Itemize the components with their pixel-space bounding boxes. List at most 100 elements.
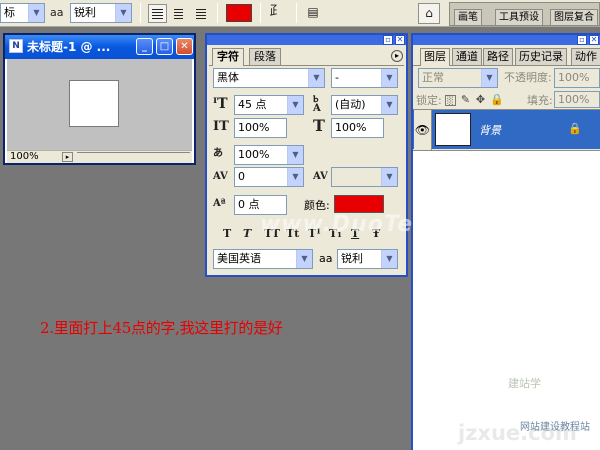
vertical-scale-icon: ⅠT: [213, 119, 229, 134]
horizontal-scrollbar[interactable]: [77, 152, 190, 162]
font-style-select[interactable]: 标 ▼: [0, 3, 45, 23]
layer-row[interactable]: 👁 背景 🔒: [413, 109, 600, 150]
chevron-down-icon: ▼: [381, 168, 397, 186]
faux-bold-button[interactable]: T: [223, 227, 231, 240]
tab-channels[interactable]: 通道: [452, 48, 482, 65]
chevron-down-icon: ▼: [287, 168, 303, 186]
eye-icon[interactable]: 👁: [414, 110, 432, 150]
chevron-down-icon: ▼: [287, 96, 303, 114]
character-palette: ▫ ✕ 字符 段落 ▸ 黑体 ▼ - ▼ ᴵT 45 点 ▼ ⰓA (自动) ▼…: [205, 33, 408, 277]
maximize-button[interactable]: □: [156, 38, 173, 55]
antialias-select[interactable]: 锐利 ▼: [337, 249, 398, 269]
palette-close-button[interactable]: ✕: [395, 35, 405, 45]
chevron-down-icon: ▼: [28, 4, 44, 22]
kerning-select[interactable]: 0 ▼: [234, 167, 304, 187]
palette-minimize-button[interactable]: ▫: [577, 35, 587, 45]
tab-character[interactable]: 字符: [212, 48, 244, 66]
lock-image-icon[interactable]: ✎: [460, 94, 471, 106]
faux-italic-button[interactable]: T: [243, 227, 251, 240]
leading-select[interactable]: (自动) ▼: [331, 95, 398, 115]
chevron-down-icon: ▼: [481, 69, 497, 87]
file-browser-button[interactable]: ⌂: [418, 3, 440, 24]
align-center-button[interactable]: [169, 4, 188, 23]
tab-layers[interactable]: 图层: [420, 48, 450, 66]
chevron-down-icon: ▼: [381, 96, 397, 114]
vertical-scale-input[interactable]: 100%: [234, 118, 287, 138]
font-style-select[interactable]: - ▼: [331, 68, 398, 88]
divider: [260, 3, 261, 23]
font-style-value: 标: [4, 6, 15, 19]
palette-minimize-button[interactable]: ▫: [383, 35, 393, 45]
language-value: 美国英语: [217, 252, 261, 265]
tab-paragraph[interactable]: 段落: [249, 48, 281, 65]
font-size-icon: ᴵT: [213, 96, 228, 112]
palette-menu-icon[interactable]: ▸: [391, 50, 403, 62]
tsume-select[interactable]: 100% ▼: [234, 145, 304, 165]
tracking-select[interactable]: ▼: [331, 167, 398, 187]
minimize-button[interactable]: _: [136, 38, 153, 55]
palettes-toggle-icon[interactable]: ▤: [305, 4, 321, 20]
antialias-aa-icon: aa: [319, 252, 333, 265]
tracking-icon: AV: [313, 171, 328, 182]
status-bar: 100% ▸: [7, 150, 192, 163]
lock-transparency-icon[interactable]: ░: [445, 95, 456, 106]
canvas[interactable]: [69, 80, 119, 127]
palette-titlebar[interactable]: ▫ ✕: [207, 35, 406, 45]
document-titlebar[interactable]: N 未标题-1 @ ... _ □ ✕: [5, 35, 194, 59]
file-browser-icon: ⌂: [425, 6, 433, 20]
kerning-icon: AV: [213, 171, 228, 182]
document-window: N 未标题-1 @ ... _ □ ✕ 100% ▸: [3, 33, 196, 165]
align-right-button[interactable]: [190, 4, 209, 23]
status-menu-icon[interactable]: ▸: [62, 152, 73, 162]
lock-position-icon[interactable]: ✥: [475, 94, 486, 106]
fill-label: 填充:: [527, 94, 553, 107]
lock-all-icon[interactable]: 🔒: [490, 94, 504, 106]
palette-close-button[interactable]: ✕: [589, 35, 599, 45]
well-tab-brushes[interactable]: 画笔: [454, 9, 482, 25]
tutorial-caption: 2.里面打上45点的字,我这里打的是好: [40, 319, 283, 337]
canvas-area[interactable]: [7, 59, 192, 150]
antialias-select[interactable]: 锐利 ▼: [70, 3, 132, 23]
opacity-input[interactable]: 100%: [554, 68, 600, 88]
layer-thumbnail: [435, 113, 471, 146]
tsume-value: 100%: [238, 148, 270, 161]
font-family-value: 黑体: [217, 71, 239, 84]
text-color-swatch[interactable]: [334, 195, 384, 213]
photoshop-doc-icon: N: [9, 39, 23, 53]
font-size-select[interactable]: 45 点 ▼: [234, 95, 304, 115]
close-button[interactable]: ✕: [176, 38, 193, 55]
color-label: 颜色:: [304, 199, 330, 212]
options-bar: 标 ▼ aa 锐利 ▼ ⺪ ▤ ⌂ 画笔 工具预设 图层复合: [0, 0, 600, 27]
antialias-aa-icon: aa: [50, 6, 64, 19]
chevron-down-icon: ▼: [381, 250, 397, 268]
well-tab-layer-comps[interactable]: 图层复合: [550, 9, 598, 25]
chevron-down-icon: ▼: [381, 69, 397, 87]
fill-input[interactable]: 100%: [554, 91, 600, 108]
well-tab-tool-presets[interactable]: 工具预设: [495, 9, 543, 25]
divider: [140, 3, 141, 23]
horizontal-scale-input[interactable]: 100%: [331, 118, 384, 138]
align-left-button[interactable]: [148, 4, 167, 23]
tab-actions[interactable]: 动作: [571, 48, 600, 65]
font-family-select[interactable]: 黑体 ▼: [213, 68, 325, 88]
tab-paths[interactable]: 路径: [483, 48, 513, 65]
palette-titlebar[interactable]: ▫ ✕: [413, 35, 600, 45]
zoom-level[interactable]: 100%: [10, 151, 39, 163]
divider: [217, 3, 218, 23]
tab-history[interactable]: 历史记录: [515, 48, 567, 65]
layer-name: 背景: [479, 124, 501, 137]
chevron-down-icon: ▼: [287, 146, 303, 164]
baseline-shift-icon: Aª: [213, 198, 226, 209]
antialias-value: 锐利: [74, 6, 96, 19]
text-color-swatch[interactable]: [226, 4, 252, 22]
divider: [296, 3, 297, 23]
chevron-down-icon: ▼: [296, 250, 312, 268]
language-select[interactable]: 美国英语 ▼: [213, 249, 313, 269]
blend-mode-value: 正常: [422, 71, 444, 84]
warp-text-icon[interactable]: ⺪: [268, 4, 284, 20]
chevron-down-icon: ▼: [115, 4, 131, 22]
palette-well: 画笔 工具预设 图层复合: [449, 2, 600, 26]
blend-mode-select[interactable]: 正常 ▼: [418, 68, 498, 88]
leading-value: (自动): [335, 98, 366, 111]
opacity-label: 不透明度:: [504, 71, 552, 84]
